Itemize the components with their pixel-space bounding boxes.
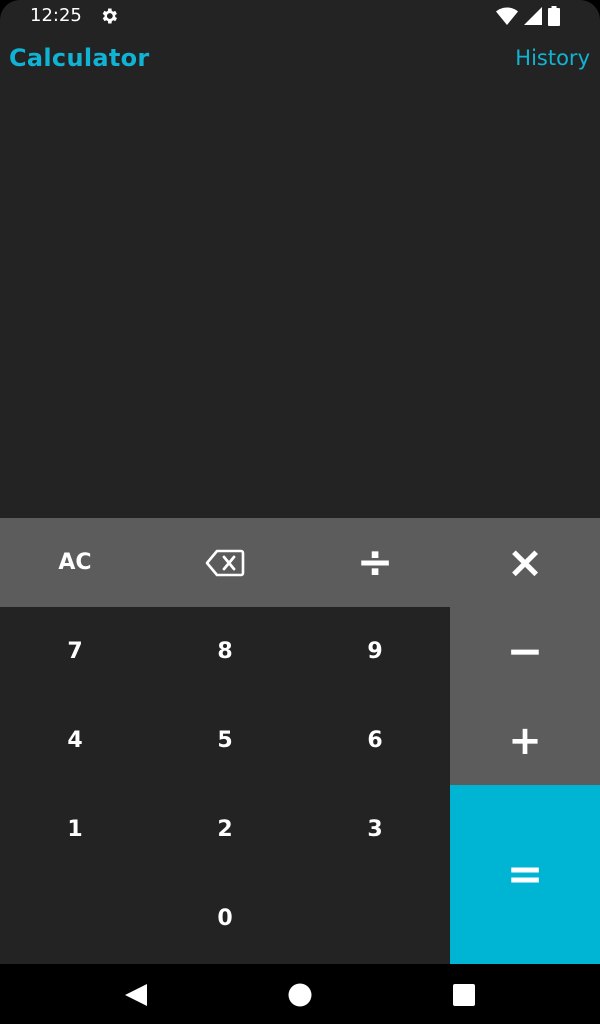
home-circle-icon[interactable] xyxy=(287,982,313,1008)
navigation-bar xyxy=(0,964,600,1024)
status-time: 12:25 xyxy=(30,5,82,26)
calculator-display xyxy=(0,90,600,518)
digit-9-button[interactable]: 9 xyxy=(300,607,450,696)
multiply-button[interactable]: × xyxy=(450,518,600,607)
digit-8-button[interactable]: 8 xyxy=(150,607,300,696)
equals-button[interactable]: = xyxy=(450,785,600,964)
digit-6-button[interactable]: 6 xyxy=(300,696,450,785)
digit-5-button[interactable]: 5 xyxy=(150,696,300,785)
wifi-icon xyxy=(496,7,518,25)
digit-0-button[interactable]: 0 xyxy=(150,874,300,963)
backspace-button[interactable] xyxy=(150,518,300,607)
digit-3-button[interactable]: 3 xyxy=(300,785,450,874)
status-icons xyxy=(496,6,560,26)
digit-7-button[interactable]: 7 xyxy=(0,607,150,696)
digit-2-button[interactable]: 2 xyxy=(150,785,300,874)
divide-button[interactable]: ÷ xyxy=(300,518,450,607)
plus-button[interactable]: + xyxy=(450,696,600,785)
app-title: Calculator xyxy=(9,44,150,72)
status-bar: 12:25 xyxy=(0,0,600,32)
backspace-icon xyxy=(205,549,245,576)
digit-1-button[interactable]: 1 xyxy=(0,785,150,874)
minus-button[interactable]: − xyxy=(450,607,600,696)
history-button[interactable]: History xyxy=(515,46,590,70)
empty-key-left xyxy=(0,874,150,963)
settings-gear-icon xyxy=(102,8,117,24)
cell-signal-icon xyxy=(524,7,542,25)
keypad: AC ÷ × 7 8 9 − 4 5 6 + 1 2 3 0 = xyxy=(0,518,600,964)
empty-key-right xyxy=(300,874,450,963)
battery-icon xyxy=(548,6,560,26)
clear-button[interactable]: AC xyxy=(0,518,150,607)
app-header: Calculator History xyxy=(0,40,600,80)
back-triangle-icon[interactable] xyxy=(123,982,149,1008)
calculator-screen: 12:25 Calculator History AC ÷ × 7 8 9 − … xyxy=(0,0,600,1024)
digit-4-button[interactable]: 4 xyxy=(0,696,150,785)
recents-square-icon[interactable] xyxy=(451,982,477,1008)
